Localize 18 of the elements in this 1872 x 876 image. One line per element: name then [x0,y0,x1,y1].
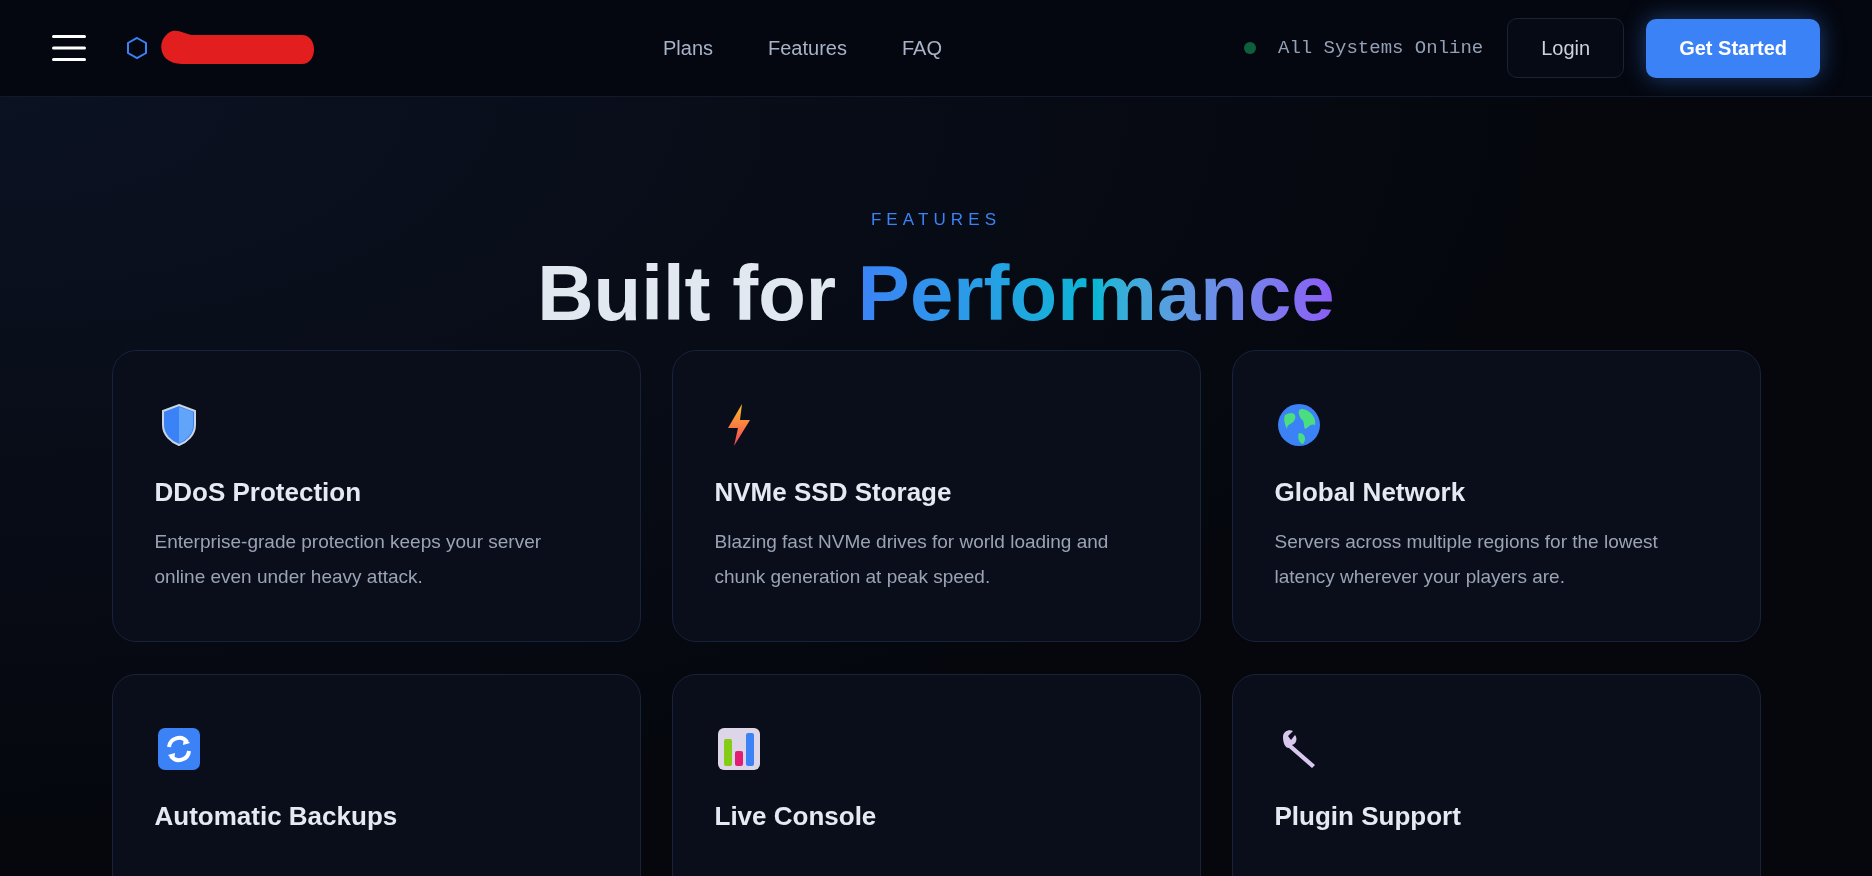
feature-title: Global Network [1274,476,1467,510]
get-started-button[interactable]: Get Started [1646,18,1820,78]
feature-title: NVMe SSD Storage [714,476,953,510]
feature-title: Live Console [714,800,878,834]
feature-title: Plugin Support [1274,800,1462,834]
nav-link[interactable]: Plans [663,33,714,63]
login-button[interactable]: Login [1507,18,1625,78]
hexagon-logo-icon[interactable] [126,36,148,60]
feature-title: DDoS Protection [154,476,363,510]
feature-description: Enterprise-grade protection keeps your server online even under heavy attack. [154,530,543,590]
nav-link[interactable]: Features [768,33,847,63]
feature-description: Servers across multiple regions for the lowest latency wherever your players are. [1274,530,1659,590]
nav-link[interactable]: FAQ [901,33,942,63]
status-text: All Systems Online [1278,35,1484,61]
menu-icon[interactable] [52,35,86,61]
section-eyebrow: FEATURES [870,209,1002,231]
feature-description: Blazing fast NVMe drives for world loading and chunk generation at peak speed. [714,530,1110,590]
feature-title: Automatic Backups [154,800,399,834]
